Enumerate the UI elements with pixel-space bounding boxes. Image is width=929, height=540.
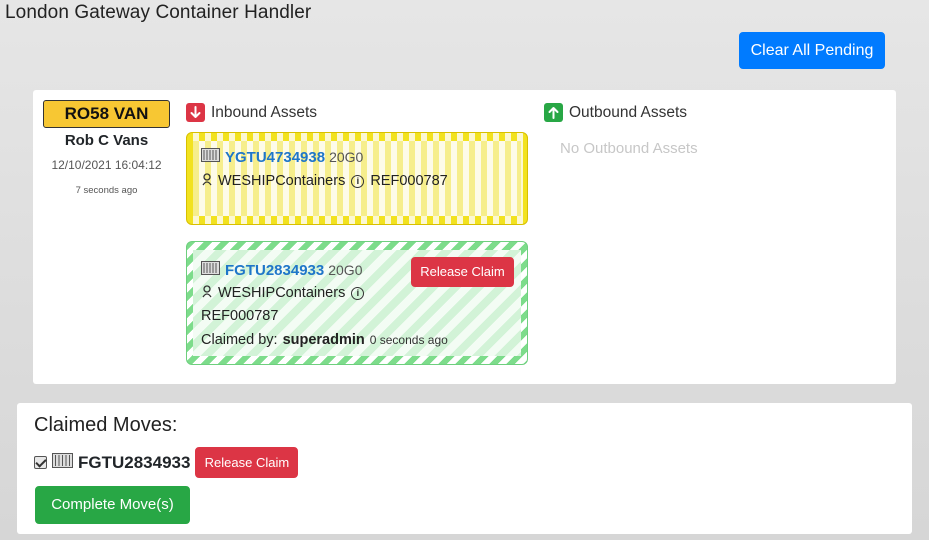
container-icon bbox=[201, 261, 220, 279]
vehicle-plate: RO58 VAN bbox=[43, 100, 170, 128]
claimed-by-user: superadmin bbox=[282, 332, 365, 348]
claimed-container-id: FGTU2834933 bbox=[78, 452, 191, 472]
claimed-by-label: Claimed by: bbox=[201, 332, 278, 348]
container-type: 20G0 bbox=[329, 149, 364, 165]
owner-icon bbox=[201, 173, 213, 189]
asset-ref: REF000787 bbox=[201, 308, 279, 324]
arrow-down-icon bbox=[186, 103, 205, 122]
release-claim-button[interactable]: Release Claim bbox=[411, 257, 514, 287]
info-icon[interactable]: i bbox=[351, 174, 365, 188]
clear-all-pending-button[interactable]: Clear All Pending bbox=[739, 32, 885, 69]
arrow-up-icon bbox=[544, 103, 563, 122]
claimed-ago: 0 seconds ago bbox=[369, 333, 448, 347]
pending-vehicle-card: RO58 VAN Rob C Vans 12/10/2021 16:04:12 … bbox=[33, 90, 896, 384]
inbound-header: Inbound Assets bbox=[186, 103, 317, 122]
inbound-label: Inbound Assets bbox=[211, 103, 317, 121]
asset-ref: REF000787 bbox=[370, 173, 448, 189]
vehicle-ago: 7 seconds ago bbox=[75, 185, 138, 196]
claimed-move-item: FGTU2834933 Release Claim bbox=[34, 447, 299, 478]
vehicle-datetime: 12/10/2021 16:04:12 bbox=[51, 158, 162, 172]
page-title: London Gateway Container Handler bbox=[5, 2, 312, 23]
owner-name: WESHIPContainers bbox=[218, 285, 346, 301]
release-claim-button[interactable]: Release Claim bbox=[195, 447, 299, 478]
asset-card[interactable]: YGTU4734938 20G0 WESHIPContainers i REF0… bbox=[186, 132, 528, 225]
outbound-header: Outbound Assets bbox=[544, 103, 687, 122]
driver-name: Rob C Vans bbox=[64, 132, 149, 149]
owner-icon bbox=[201, 285, 213, 301]
complete-moves-button[interactable]: Complete Move(s) bbox=[35, 486, 190, 524]
claimed-moves-card: Claimed Moves: FGTU2834933 Release Claim… bbox=[17, 403, 912, 534]
checkbox-checked-icon[interactable] bbox=[34, 456, 47, 469]
outbound-label: Outbound Assets bbox=[569, 103, 688, 121]
no-outbound-text: No Outbound Assets bbox=[560, 140, 698, 157]
container-id-link[interactable]: FGTU2834933 bbox=[225, 262, 324, 279]
asset-card[interactable]: FGTU2834933 20G0 Release Claim WESHIPCon… bbox=[186, 241, 528, 365]
container-icon bbox=[52, 452, 73, 473]
container-type: 20G0 bbox=[328, 262, 363, 278]
claimed-moves-title: Claimed Moves: bbox=[34, 414, 178, 436]
container-icon bbox=[201, 148, 220, 166]
owner-name: WESHIPContainers bbox=[218, 173, 346, 189]
info-icon[interactable]: i bbox=[351, 286, 365, 300]
container-id-link[interactable]: YGTU4734938 bbox=[225, 149, 325, 166]
